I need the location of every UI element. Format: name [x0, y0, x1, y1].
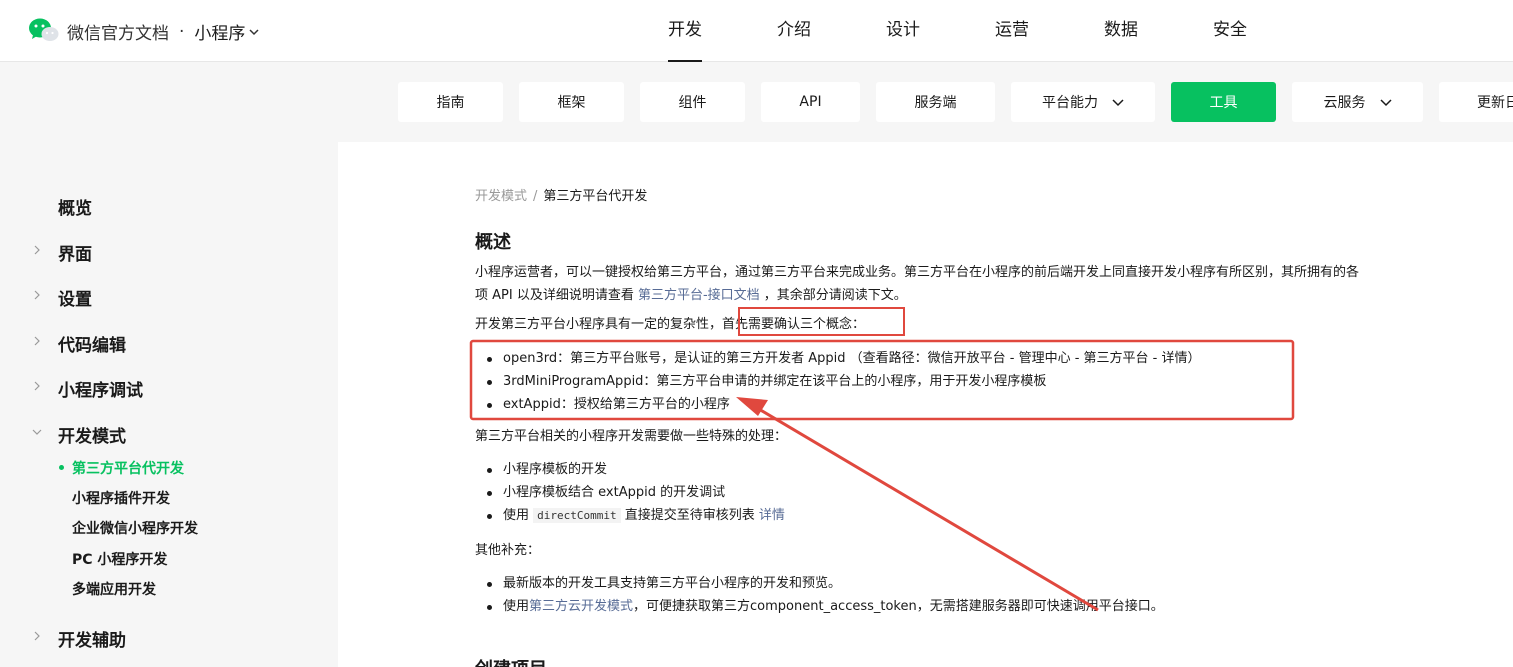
sidebar-item-code-edit[interactable]: 代码编辑	[58, 331, 126, 356]
top-nav: 开发 介绍 设计 运营 数据 安全	[668, 0, 1322, 62]
other-title: 其他补充：	[475, 543, 541, 558]
details-link[interactable]: 详情	[759, 508, 785, 523]
sidebar-subitem-wecom[interactable]: 企业微信小程序开发	[72, 518, 198, 538]
list-item-post: ，可便捷获取第三方component_access_token，无需搭建服务器即…	[633, 599, 1164, 614]
special-list: 小程序模板的开发 小程序模板结合 extAppid 的开发调试 使用 direc…	[483, 458, 785, 527]
sidebar-item-settings[interactable]: 设置	[58, 285, 92, 310]
list-item: 使用 directCommit 直接提交至待审核列表 详情	[483, 504, 785, 527]
subnav-guide[interactable]: 指南	[398, 82, 503, 122]
top-header: 微信官方文档 · 小程序 开发 介绍 设计 运营 数据 安全	[0, 0, 1513, 62]
topnav-data[interactable]: 数据	[1104, 0, 1138, 62]
subnav-changelog-label: 更新日	[1477, 95, 1513, 111]
chevron-down-icon	[1112, 99, 1124, 107]
product-switcher[interactable]: 小程序	[194, 19, 245, 44]
subnav-cloud[interactable]: 云服务	[1292, 82, 1423, 122]
sidebar-subitem-plugin[interactable]: 小程序插件开发	[72, 488, 170, 508]
intro-line-2: 项 API 以及详细说明请查看 第三方平台-接口文档 ，其余部分请阅读下文。	[475, 284, 1359, 307]
list-item: open3rd：第三方平台账号，是认证的第三方开发者 Appid （查看路径：微…	[483, 347, 1200, 370]
other-list: 最新版本的开发工具支持第三方平台小程序的开发和预览。 使用第三方云开发模式，可便…	[483, 572, 1164, 618]
sidebar-subitem-pc[interactable]: PC 小程序开发	[72, 549, 167, 569]
subnav-tools-label: 工具	[1209, 95, 1238, 111]
complexity-text: 开发第三方平台小程序具有一定的复杂性，	[475, 317, 723, 332]
list-item-pre: 使用	[503, 599, 530, 614]
chevron-down-icon[interactable]	[32, 427, 42, 437]
concepts-list: open3rd：第三方平台账号，是认证的第三方开发者 Appid （查看路径：微…	[483, 347, 1200, 416]
topnav-intro[interactable]: 介绍	[777, 0, 811, 62]
list-item-mid: 直接提交至待审核列表	[620, 508, 759, 523]
list-item: extAppid：授权给第三方平台的小程序	[483, 393, 1200, 416]
breadcrumb: 开发模式 / 第三方平台代开发	[475, 185, 647, 204]
main-content: 开发模式 / 第三方平台代开发 概述 小程序运营者，可以一键授权给第三方平台，通过第…	[338, 142, 1513, 667]
chevron-right-icon[interactable]	[32, 631, 42, 641]
topnav-security[interactable]: 安全	[1213, 0, 1247, 62]
topnav-develop[interactable]: 开发	[668, 0, 702, 62]
chevron-right-icon[interactable]	[32, 245, 42, 255]
subnav-tools[interactable]: 工具	[1171, 82, 1276, 122]
direct-commit-code: directCommit	[533, 508, 621, 523]
list-item-pre: 使用	[503, 508, 534, 523]
sidebar-subitem-multi[interactable]: 多端应用开发	[72, 579, 156, 599]
subnav-server-label: 服务端	[914, 95, 957, 111]
intro-line-1: 小程序运营者，可以一键授权给第三方平台，通过第三方平台来完成业务。第三方平台在小…	[475, 265, 1360, 280]
sidebar: 概览 界面 设置 代码编辑 小程序调试 开发模式 第三方平台代开发 小程序插件开…	[0, 142, 338, 667]
brand-separator: ·	[179, 21, 185, 42]
chevron-down-icon[interactable]	[249, 27, 259, 37]
breadcrumb-separator: /	[533, 189, 538, 204]
active-dot	[59, 465, 64, 470]
intro-line-2-post: ，其余部分请阅读下文。	[759, 288, 907, 303]
chevron-down-icon	[1379, 99, 1392, 107]
subnav-api-label: API	[799, 94, 822, 110]
topnav-design[interactable]: 设计	[886, 0, 920, 62]
subnav-components-label: 组件	[678, 95, 707, 111]
list-item: 小程序模板结合 extAppid 的开发调试	[483, 481, 785, 504]
chevron-right-icon[interactable]	[32, 290, 42, 300]
list-item: 3rdMiniProgramAppid：第三方平台申请的并绑定在该平台上的小程序…	[483, 370, 1200, 393]
subnav-api[interactable]: API	[761, 82, 860, 122]
special-intro: 第三方平台相关的小程序开发需要做一些特殊的处理：	[475, 429, 788, 444]
wechat-logo-icon[interactable]	[28, 17, 60, 43]
chevron-right-icon[interactable]	[32, 381, 42, 391]
third-party-api-doc-link[interactable]: 第三方平台-接口文档	[638, 288, 760, 303]
complexity-paragraph: 开发第三方平台小程序具有一定的复杂性，首先需要确认三个概念：	[475, 313, 865, 336]
subnav-server[interactable]: 服务端	[876, 82, 995, 122]
list-item: 最新版本的开发工具支持第三方平台小程序的开发和预览。	[483, 572, 1164, 595]
subnav-platform-label: 平台能力	[1042, 95, 1098, 111]
list-item: 小程序模板的开发	[483, 458, 785, 481]
intro-line-2-pre: 项 API 以及详细说明请查看	[475, 288, 638, 303]
list-item: 使用第三方云开发模式，可便捷获取第三方component_access_toke…	[483, 595, 1164, 618]
sidebar-subitem-third-party[interactable]: 第三方平台代开发	[72, 458, 184, 478]
chevron-right-icon[interactable]	[32, 336, 42, 346]
topnav-operation[interactable]: 运营	[995, 0, 1029, 62]
subnav-components[interactable]: 组件	[640, 82, 745, 122]
brand-title[interactable]: 微信官方文档	[67, 19, 169, 44]
sidebar-item-interface[interactable]: 界面	[58, 240, 92, 265]
sub-nav: 指南 框架 组件 API 服务端 平台能力 工具 云服务 更新日	[0, 62, 1513, 142]
section-heading: 创建项目	[475, 655, 547, 667]
sidebar-item-debug[interactable]: 小程序调试	[58, 376, 143, 401]
subnav-framework-label: 框架	[557, 95, 586, 111]
breadcrumb-parent[interactable]: 开发模式	[475, 189, 527, 204]
subnav-platform[interactable]: 平台能力	[1011, 82, 1155, 122]
sidebar-item-dev-assist[interactable]: 开发辅助	[58, 626, 126, 651]
page-title: 概述	[475, 232, 511, 253]
subnav-guide-label: 指南	[436, 95, 465, 111]
breadcrumb-current: 第三方平台代开发	[543, 189, 648, 204]
sidebar-item-overview[interactable]: 概览	[58, 194, 92, 219]
brand: 微信官方文档 · 小程序	[67, 19, 259, 44]
third-party-cloud-dev-link[interactable]: 第三方云开发模式	[529, 599, 633, 614]
sidebar-item-dev-mode[interactable]: 开发模式	[58, 422, 126, 447]
subnav-framework[interactable]: 框架	[519, 82, 624, 122]
subnav-cloud-label: 云服务	[1323, 95, 1366, 111]
complexity-highlight: 首先需要确认三个概念：	[722, 317, 866, 332]
intro-paragraph: 小程序运营者，可以一键授权给第三方平台，通过第三方平台来完成业务。第三方平台在小…	[475, 261, 1359, 307]
subnav-changelog[interactable]: 更新日	[1439, 82, 1513, 122]
